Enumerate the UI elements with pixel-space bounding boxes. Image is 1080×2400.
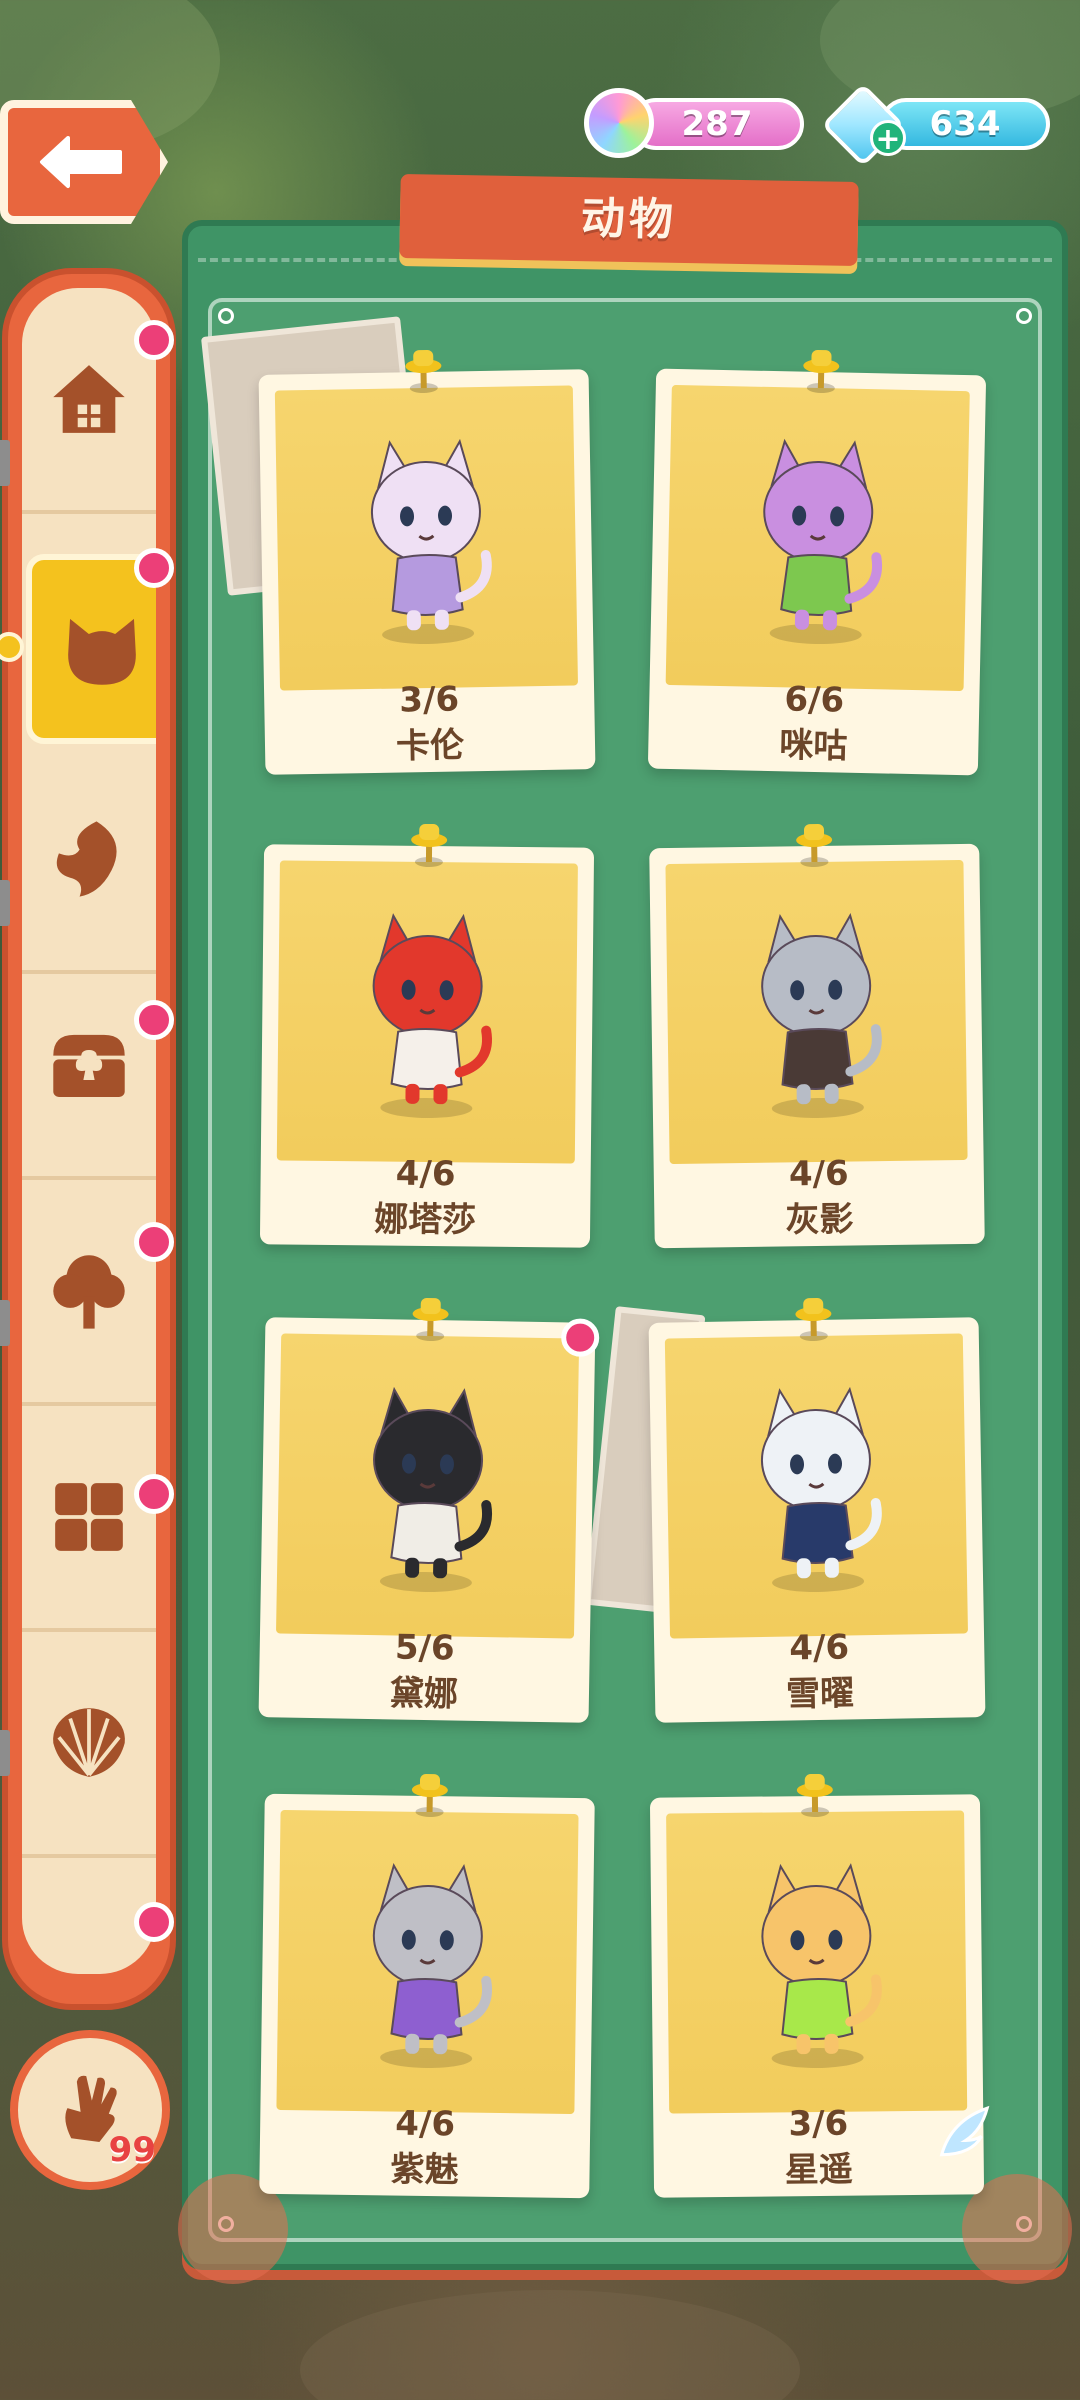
page-title: 动物 <box>580 193 678 246</box>
notification-badge <box>134 1902 174 1942</box>
notification-badge <box>134 320 174 360</box>
sidebar-hinge <box>0 880 10 926</box>
animal-name: 卡伦 <box>395 725 465 767</box>
page-title-banner: 动物 <box>399 174 859 266</box>
leaf-icon <box>42 812 136 906</box>
notification-badge <box>134 1000 174 1040</box>
gem-count: 634 <box>929 104 1001 144</box>
background-decor <box>300 2290 800 2400</box>
sidebar-category-cat-face[interactable] <box>26 554 156 744</box>
house-icon <box>42 352 136 446</box>
animal-card[interactable]: 5/6 黛娜 <box>258 1297 600 1723</box>
animal-name: 紫魅 <box>390 2149 459 2191</box>
animal-character-image <box>339 427 513 650</box>
sidebar-category-chest[interactable] <box>22 954 156 1180</box>
cat-face-icon <box>55 602 149 696</box>
animal-name: 黛娜 <box>389 1673 459 1715</box>
animal-character-image <box>341 1375 515 1598</box>
grid-icon <box>42 1470 136 1564</box>
pushpin-icon <box>794 820 835 871</box>
pushpin-icon <box>795 1770 836 1820</box>
animal-name: 咪咕 <box>778 725 848 767</box>
animal-character-image <box>341 901 513 1123</box>
animal-name: 雪曜 <box>785 1673 855 1715</box>
rainbow-cloud-icon <box>584 88 654 158</box>
animal-name: 灰影 <box>785 1199 854 1241</box>
hand-count: 99 <box>108 2130 156 2170</box>
sidebar-category-leaf[interactable] <box>22 748 156 974</box>
animal-card[interactable]: 3/6 星遥 <box>649 1773 990 2198</box>
card-progress: 4/6 <box>395 1153 456 1195</box>
add-gem-button[interactable]: + <box>870 120 906 157</box>
notification-badge <box>134 1474 174 1514</box>
animal-card[interactable]: 4/6 灰影 <box>649 823 985 1249</box>
pushpin-icon <box>793 1294 834 1345</box>
sidebar-hinge <box>0 1300 10 1346</box>
pushpin-icon <box>410 1294 451 1345</box>
sidebar-hinge <box>0 440 10 486</box>
sidebar-category-shell[interactable] <box>22 1632 156 1858</box>
rainbow-currency-counter: 287 <box>630 98 804 150</box>
shell-icon <box>42 1696 136 1790</box>
animal-card[interactable]: 4/6 娜塔莎 <box>259 823 595 1248</box>
category-sidebar <box>2 268 176 2010</box>
animal-name: 娜塔莎 <box>373 1199 477 1241</box>
notification-badge <box>134 1222 174 1262</box>
sidebar-category-grid[interactable] <box>22 1406 156 1632</box>
animal-card[interactable]: 6/6 咪咕 <box>647 349 987 776</box>
pushpin-icon <box>403 346 444 397</box>
animal-card[interactable]: 4/6 紫魅 <box>259 1773 595 2199</box>
animal-character-image <box>730 901 903 1123</box>
animal-character-image <box>341 1851 514 2073</box>
pushpin-icon <box>409 820 450 870</box>
arrow-left-icon <box>40 136 122 188</box>
notification-badge <box>134 548 174 588</box>
pushpin-icon <box>409 1770 450 1821</box>
sidebar-hinge <box>0 1730 10 1776</box>
animal-card[interactable]: 4/6 雪曜 <box>648 1297 986 1723</box>
sidebar-category-house[interactable] <box>22 288 156 514</box>
animal-character-image <box>730 1851 902 2073</box>
chest-icon <box>42 1018 136 1112</box>
wing-feather-icon <box>931 2100 996 2165</box>
animal-character-image <box>729 1375 903 1598</box>
sidebar-category-tree[interactable] <box>22 1180 156 1406</box>
rainbow-count: 287 <box>681 104 753 144</box>
notification-badge <box>560 1318 600 1357</box>
tree-icon <box>42 1244 136 1338</box>
hand-action-button[interactable]: 99 <box>10 2030 170 2190</box>
animal-card[interactable]: 3/6 卡伦 <box>258 349 596 775</box>
animal-character-image <box>730 426 905 650</box>
pushpin-icon <box>801 346 842 397</box>
